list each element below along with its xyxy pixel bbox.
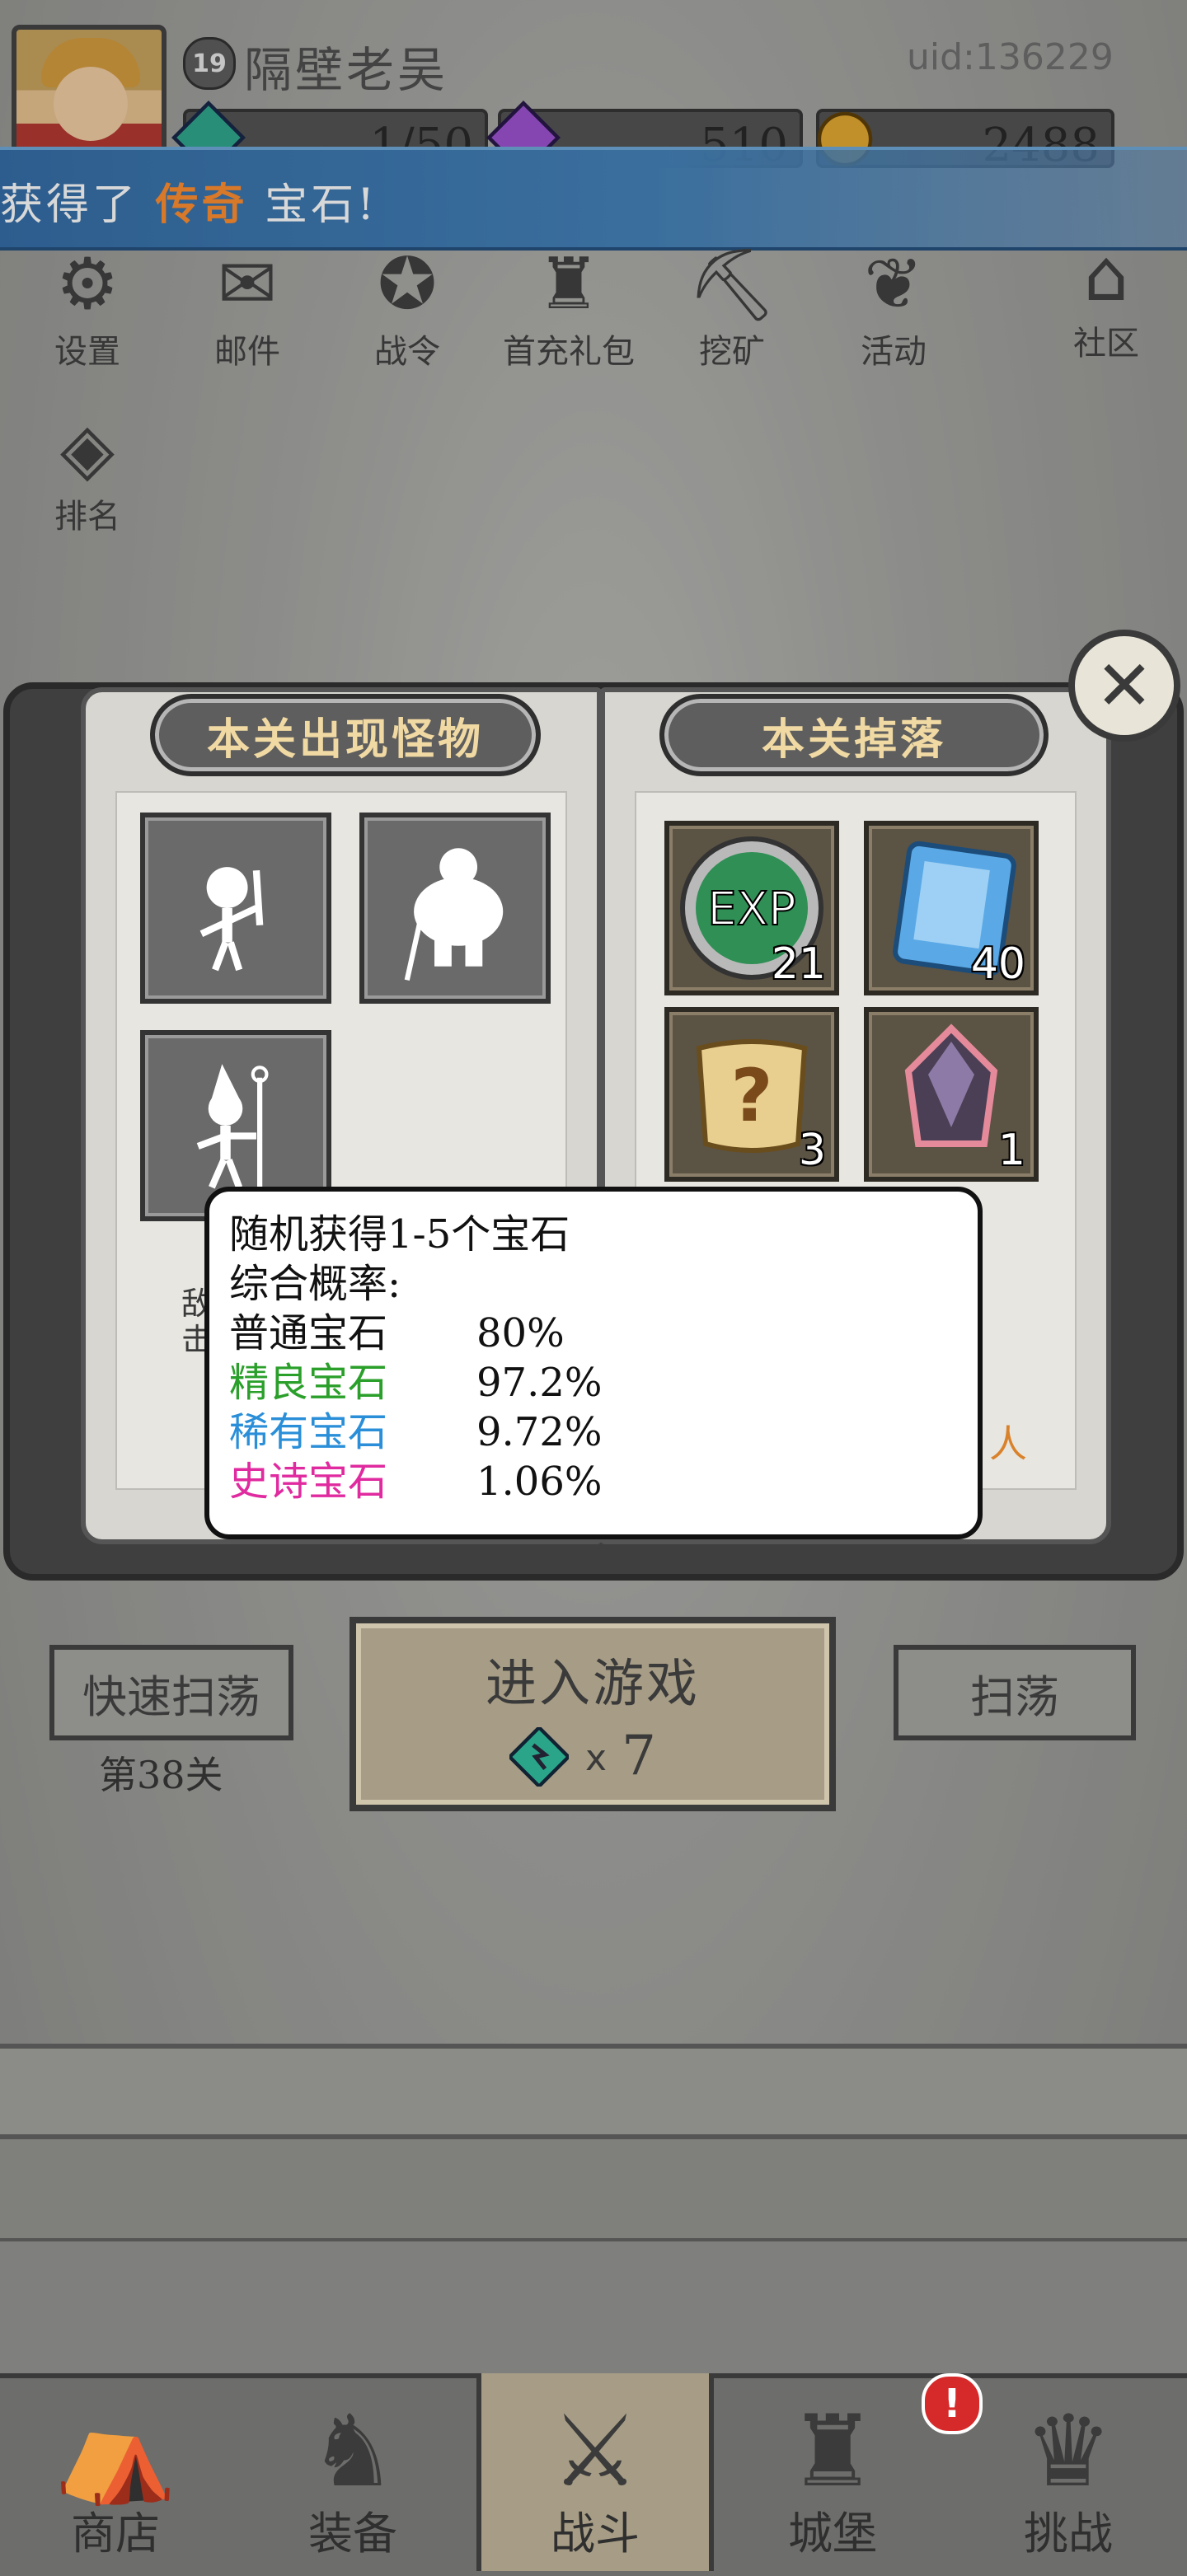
- drop-slot-exp[interactable]: EXP 21: [664, 821, 839, 995]
- monster-slot[interactable]: [359, 813, 551, 1004]
- nav-castle-label: 城堡: [788, 2508, 877, 2560]
- gem-tier-name: 普通宝石: [229, 1310, 388, 1356]
- tooltip-row-epic: 史诗宝石 1.06%: [229, 1457, 958, 1506]
- crossed-swords-icon: ⚔: [551, 2394, 640, 2509]
- drop-count: 1: [997, 1126, 1025, 1175]
- energy-cost-value: 7: [622, 1724, 656, 1787]
- drop-count: 40: [970, 939, 1025, 989]
- tooltip-row-fine: 精良宝石 97.2%: [229, 1358, 958, 1407]
- nav-battle-label: 战斗: [551, 2508, 640, 2560]
- nav-shop[interactable]: ⛺ 商店: [8, 2373, 223, 2571]
- gem-tier-probability: 9.72%: [476, 1409, 603, 1455]
- nav-challenge-label: 挑战: [1024, 2508, 1113, 2560]
- drop-count: 21: [771, 939, 826, 989]
- energy-cost-multiplier: x: [585, 1737, 608, 1779]
- gem-tier-name: 稀有宝石: [229, 1409, 388, 1455]
- drop-info-partial: 人: [989, 1421, 1027, 1466]
- tooltip-row-common: 普通宝石 80%: [229, 1309, 958, 1358]
- stage-number: 第38关: [99, 1753, 223, 1797]
- gem-tier-name: 精良宝石: [229, 1360, 388, 1406]
- equipment-bag-icon: ♞: [308, 2394, 397, 2509]
- close-button[interactable]: ✕: [1068, 630, 1180, 742]
- svg-text:EXP: EXP: [707, 883, 796, 936]
- gem-tier-probability: 1.06%: [476, 1459, 603, 1505]
- drop-slot-legendary-gem[interactable]: 1: [864, 1007, 1039, 1182]
- skeleton-swordsman-icon: [199, 867, 264, 972]
- sweep-button[interactable]: 扫荡: [894, 1645, 1136, 1740]
- svg-text:?: ?: [730, 1053, 772, 1138]
- nav-castle[interactable]: ♜ 城堡: [725, 2373, 940, 2571]
- drop-count: 3: [798, 1126, 826, 1175]
- stone-wall: [0, 2241, 1187, 2390]
- close-icon: ✕: [1095, 645, 1154, 726]
- drop-slot-scroll[interactable]: ? 3: [664, 1007, 839, 1182]
- monster-slot[interactable]: [140, 813, 331, 1004]
- drops-title: 本关掉落: [659, 694, 1049, 776]
- skeleton-mage-icon: [196, 1064, 269, 1189]
- gem-tier-probability: 80%: [476, 1310, 565, 1356]
- brute-knight-icon: [404, 848, 504, 981]
- tooltip-title: 随机获得1-5个宝石: [229, 1211, 570, 1258]
- nav-battle[interactable]: ⚔ 战斗: [476, 2373, 714, 2571]
- tooltip-row-rare: 稀有宝石 9.72%: [229, 1407, 958, 1457]
- gem-tier-name: 史诗宝石: [229, 1459, 388, 1505]
- nav-challenge[interactable]: ♛ 挑战: [961, 2373, 1175, 2571]
- floor-plank: [0, 2044, 1187, 2144]
- floor-plank: [0, 2134, 1187, 2243]
- challenge-helm-icon: ♛: [1024, 2394, 1113, 2509]
- enter-game-label: 进入游戏: [485, 1653, 700, 1713]
- shop-icon: ⛺: [54, 2394, 177, 2508]
- castle-icon: ♜: [788, 2394, 877, 2509]
- energy-cost: x 7: [509, 1724, 707, 1790]
- monsters-title: 本关出现怪物: [150, 694, 541, 776]
- drop-slot-crystal[interactable]: 40: [864, 821, 1039, 995]
- nav-equipment[interactable]: ♞ 装备: [246, 2373, 460, 2571]
- energy-gem-icon: [509, 1727, 569, 1787]
- nav-shop-label: 商店: [71, 2508, 160, 2560]
- tooltip-subtitle: 综合概率:: [229, 1261, 401, 1307]
- gem-tier-probability: 97.2%: [476, 1360, 603, 1406]
- enter-game-button[interactable]: 进入游戏 x 7: [350, 1617, 836, 1811]
- gem-drop-tooltip: 随机获得1-5个宝石 综合概率: 普通宝石 80% 精良宝石 97.2% 稀有宝石 9…: [204, 1187, 983, 1539]
- nav-equipment-label: 装备: [308, 2508, 397, 2560]
- quick-sweep-button[interactable]: 快速扫荡: [49, 1645, 293, 1740]
